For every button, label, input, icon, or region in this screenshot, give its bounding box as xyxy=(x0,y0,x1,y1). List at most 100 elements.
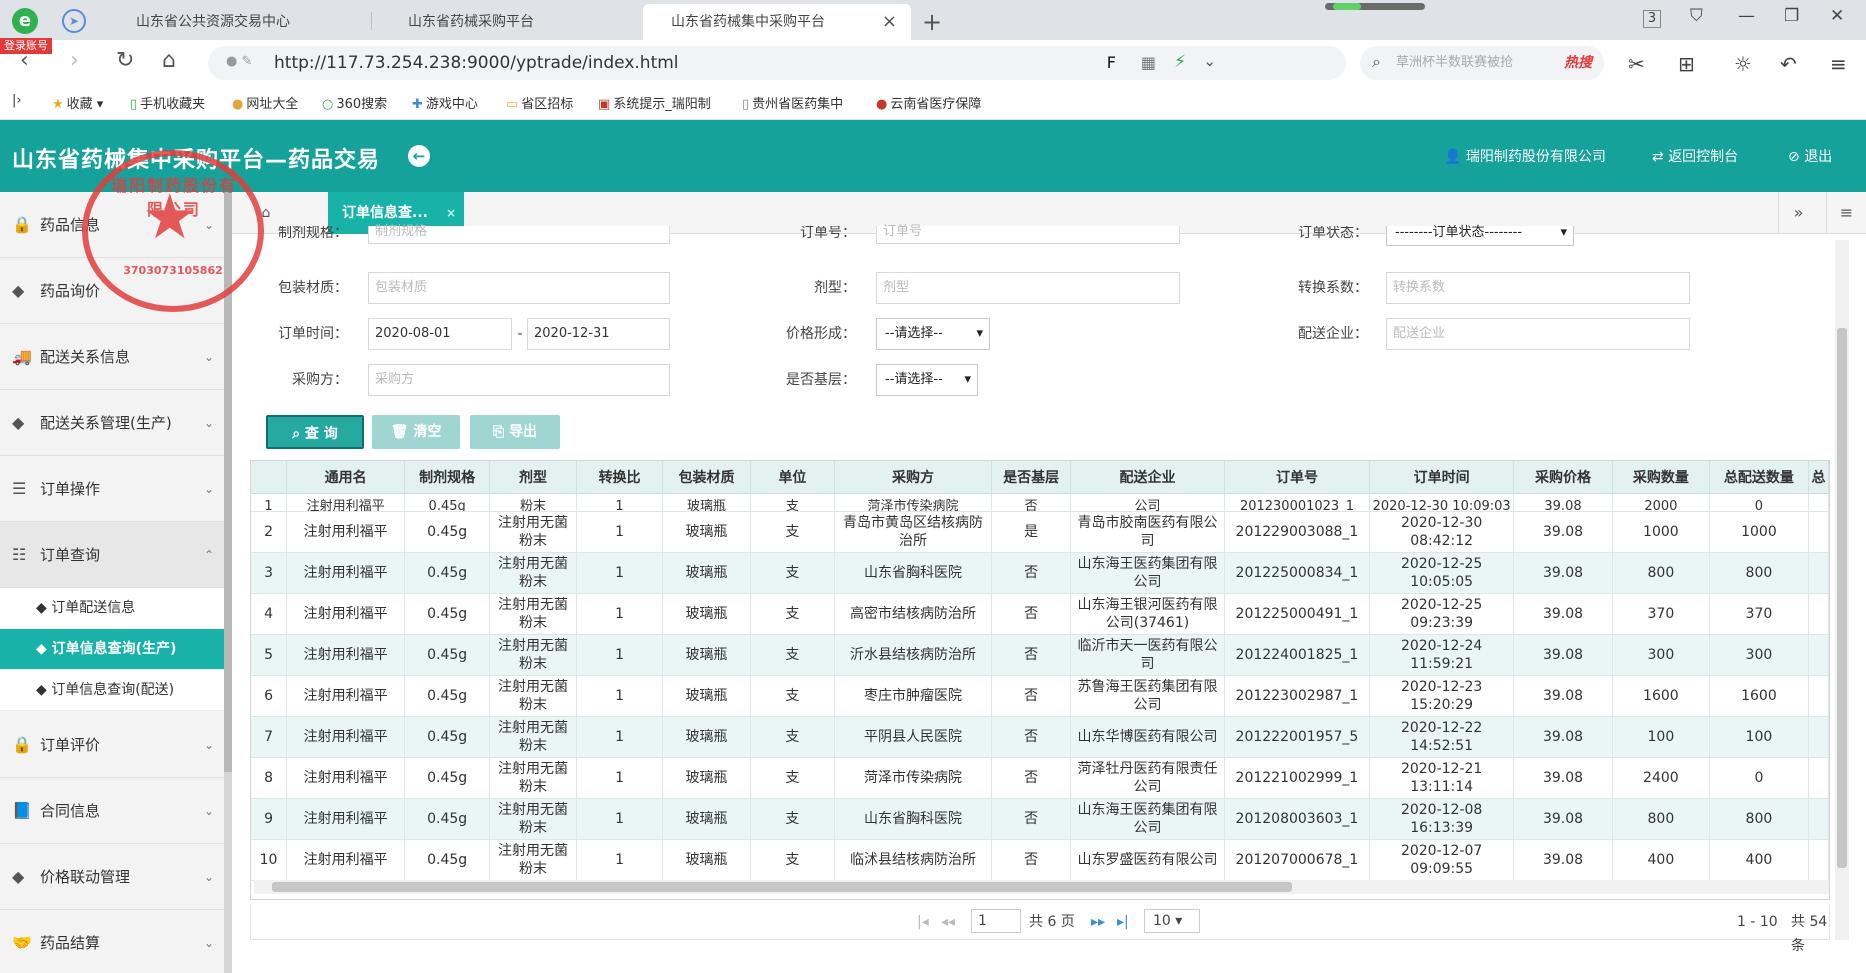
grid-vertical-scrollbar[interactable] xyxy=(1835,240,1849,940)
table-row[interactable]: 3 注射用利福平 0.45g 注射用无菌粉末 1 玻璃瓶支山东省胸科医院否山东海王医药集团… xyxy=(251,552,1829,594)
pack-input[interactable]: 包装材质 xyxy=(368,272,670,304)
browser-tab-3-active[interactable]: 山东省药械集中采购平台 × xyxy=(643,4,911,40)
tab-count-icon[interactable]: 3 xyxy=(1643,10,1661,28)
sidebar-item-price-link[interactable]: ◆ 价格联动管理 ⌄ xyxy=(0,844,224,910)
table-row[interactable]: 7 注射用利福平 0.45g 注射用无菌粉末 1 玻璃瓶支平阴县人民医院否山东华博医药有限… xyxy=(251,716,1829,758)
column-header[interactable]: 采购数量 xyxy=(1612,461,1710,494)
table-row[interactable]: 2 注射用利福平 0.45g 注射用无菌粉末 1 玻璃瓶支青岛市黄岛区结核病防治所是青岛市… xyxy=(251,511,1829,553)
qr-icon[interactable]: ▦ xyxy=(1141,53,1156,72)
column-header[interactable]: 订单时间 xyxy=(1369,461,1515,494)
browser-tab-1[interactable]: 山东省公共资源交易中心 xyxy=(120,4,370,40)
home-icon[interactable]: ⌂ xyxy=(162,48,176,73)
browser-tab-2[interactable]: 山东省药械采购平台 xyxy=(392,4,642,40)
restore-icon[interactable]: ❐ xyxy=(1784,6,1799,26)
sidebar-item-order-query[interactable]: ☷ 订单查询 ⌃ xyxy=(0,522,224,588)
price-select[interactable]: --请选择-- xyxy=(876,318,990,350)
search-input[interactable]: ⌕ 草洲杯半数联赛被抢 热搜 xyxy=(1360,46,1604,80)
sidebar-item-delivery-info[interactable]: 🚚 配送关系信息 ⌄ xyxy=(0,324,224,390)
sidebar-item-order-rating[interactable]: 🔒 订单评价 ⌄ xyxy=(0,712,224,778)
back-arrow-icon[interactable]: ← xyxy=(408,145,430,167)
sidebar-item-drug-inquiry[interactable]: ◆ 药品询价 xyxy=(0,258,224,324)
grid-horizontal-scrollbar[interactable] xyxy=(254,880,1829,894)
dropdown-icon[interactable]: ⌄ xyxy=(1203,52,1216,70)
spec-input[interactable]: 制剂规格 xyxy=(368,225,670,244)
prev-page-icon[interactable]: ◂◂ xyxy=(941,910,955,934)
page-size-select[interactable]: 10 ▾ xyxy=(1144,909,1200,933)
bookmark-item[interactable]: ▯ 手机收藏夹 xyxy=(130,93,205,112)
date-from-input[interactable]: 2020-08-01 xyxy=(368,318,512,350)
bookmark-item[interactable]: ▭ 省区招标 xyxy=(506,93,573,112)
column-header[interactable]: 剂型 xyxy=(489,461,577,494)
ratio-input[interactable]: 转换系数 xyxy=(1386,272,1690,304)
clear-button[interactable]: 🗑 清空 xyxy=(372,415,460,449)
column-header[interactable]: 采购价格 xyxy=(1513,461,1613,494)
navigation-icon[interactable]: ➤ xyxy=(62,9,86,33)
menu-icon[interactable]: ≡ xyxy=(1830,52,1847,76)
sidebar-item-contract[interactable]: 📘 合同信息 ⌄ xyxy=(0,778,224,844)
column-header[interactable]: 通用名 xyxy=(286,461,406,494)
sidebar-item-delivery-manage[interactable]: ◆ 配送关系管理(生产) ⌄ xyxy=(0,390,224,456)
tab-scroll-right-icon[interactable]: » xyxy=(1778,192,1818,234)
bookmark-item[interactable]: ● 网址大全 xyxy=(232,93,298,112)
order-no-input[interactable]: 订单号 xyxy=(876,225,1180,244)
column-header[interactable]: 是否基层 xyxy=(991,461,1072,494)
sidebar-item-settlement[interactable]: 🤝 药品结算 ⌄ xyxy=(0,910,224,973)
bookmark-item[interactable]: ★ 收藏 ▾ xyxy=(52,93,103,112)
brightness-icon[interactable]: ☼ xyxy=(1734,52,1752,76)
page-number-input[interactable]: 1 xyxy=(971,909,1021,933)
hot-search-label[interactable]: 热搜 xyxy=(1564,46,1592,80)
table-row[interactable]: 10 注射用利福平 0.45g 注射用无菌粉末 1 玻璃瓶支临沭县结核病防治所否山东罗盛医… xyxy=(251,839,1829,881)
sidebar-toggle-icon[interactable]: |› xyxy=(12,93,22,108)
login-account-badge[interactable]: 登录账号 xyxy=(0,38,52,54)
date-to-input[interactable]: 2020-12-31 xyxy=(527,318,670,350)
company-link[interactable]: 👤 瑞阳制药股份有限公司 xyxy=(1444,146,1606,166)
table-row[interactable]: 4 注射用利福平 0.45g 注射用无菌粉末 1 玻璃瓶支高密市结核病防治所否山东海王银河… xyxy=(251,593,1829,635)
undo-icon[interactable]: ↶ xyxy=(1780,52,1797,76)
browser-logo-icon[interactable]: e xyxy=(12,8,38,34)
close-tab-icon[interactable]: × xyxy=(882,4,897,40)
column-header[interactable] xyxy=(251,461,288,494)
query-button[interactable]: ⌕ 查 询 xyxy=(266,415,364,449)
column-header[interactable]: 配送企业 xyxy=(1070,461,1225,494)
minimize-icon[interactable]: — xyxy=(1738,6,1755,26)
url-input[interactable]: ● ✎ http://117.73.254.238:9000/yptrade/i… xyxy=(208,46,1346,80)
back-console-link[interactable]: ⇄ 返回控制台 xyxy=(1652,146,1738,166)
bookmark-item[interactable]: ✚ 游戏中心 xyxy=(412,93,478,112)
bookmark-item[interactable]: ○ 360搜索 xyxy=(322,93,387,112)
table-row[interactable]: 8 注射用利福平 0.45g 注射用无菌粉末 1 玻璃瓶支菏泽市传染病院否菏泽牡丹医药有限… xyxy=(251,757,1829,799)
last-page-icon[interactable]: ▸| xyxy=(1117,910,1129,934)
column-header[interactable]: 制剂规格 xyxy=(404,461,491,494)
order-status-select[interactable]: --------订单状态-------- xyxy=(1386,226,1574,246)
sub-item-order-query-delivery[interactable]: ◆ 订单信息查询(配送) xyxy=(0,670,224,711)
bookmark-item[interactable]: ▣ 系统提示_瑞阳制 xyxy=(598,93,711,112)
forward-icon[interactable]: › xyxy=(70,48,79,73)
table-row[interactable]: 1 注射用利福平 0.45g 粉末 1 玻璃瓶支菏泽市传染病院否公司 20123000102… xyxy=(251,493,1829,512)
first-page-icon[interactable]: |◂ xyxy=(917,910,929,934)
sidebar-item-drug-info[interactable]: 🔒 药品信息 ⌄ xyxy=(0,192,224,258)
lightning-icon[interactable]: ⚡ xyxy=(1174,52,1186,72)
column-header[interactable]: 总 xyxy=(1808,461,1829,494)
next-page-icon[interactable]: ▸▸ xyxy=(1091,910,1105,934)
tab-menu-icon[interactable]: ≡ xyxy=(1826,192,1866,234)
column-header[interactable]: 转换比 xyxy=(576,461,664,494)
bookmark-item[interactable]: ▯ 贵州省医药集中 xyxy=(742,93,843,112)
table-row[interactable]: 9 注射用利福平 0.45g 注射用无菌粉末 1 玻璃瓶支山东省胸科医院否山东海王医药集团… xyxy=(251,798,1829,840)
column-header[interactable]: 采购方 xyxy=(834,461,992,494)
new-tab-icon[interactable]: + xyxy=(922,4,942,40)
bookmark-item[interactable]: ● 云南省医疗保障 xyxy=(876,93,981,112)
shirt-icon[interactable]: ⛉ xyxy=(1690,6,1703,26)
scissors-icon[interactable]: ✂ xyxy=(1628,52,1645,76)
sidebar-scrollbar[interactable] xyxy=(224,192,232,973)
buyer-input[interactable]: 采购方 xyxy=(368,364,670,396)
dosage-input[interactable]: 剂型 xyxy=(876,272,1180,304)
extension-icon[interactable]: F xyxy=(1107,53,1116,72)
sub-item-order-delivery[interactable]: ◆ 订单配送信息 xyxy=(0,588,224,629)
column-header[interactable]: 总配送数量 xyxy=(1709,461,1810,494)
sidebar-item-order-ops[interactable]: ☰ 订单操作 ⌄ xyxy=(0,456,224,522)
delivery-input[interactable]: 配送企业 xyxy=(1386,318,1690,350)
export-button[interactable]: ⎘ 导出 xyxy=(470,415,560,449)
table-row[interactable]: 6 注射用利福平 0.45g 注射用无菌粉末 1 玻璃瓶支枣庄市肿瘤医院否苏鲁海王医药集团… xyxy=(251,675,1829,717)
table-row[interactable]: 5 注射用利福平 0.45g 注射用无菌粉末 1 玻璃瓶支沂水县结核病防治所否临沂市天一医… xyxy=(251,634,1829,676)
column-header[interactable]: 订单号 xyxy=(1224,461,1371,494)
apps-grid-icon[interactable]: ⊞ xyxy=(1678,52,1695,76)
